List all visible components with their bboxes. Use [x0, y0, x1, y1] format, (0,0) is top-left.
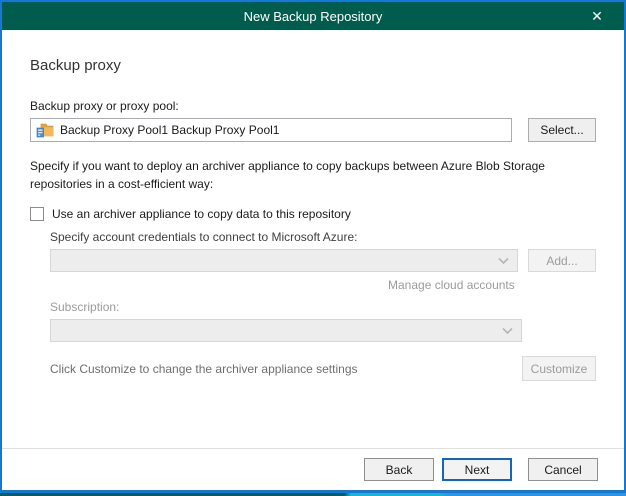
titlebar: New Backup Repository ✕ [2, 2, 624, 30]
credentials-row: Add... [50, 249, 596, 272]
dialog-content: Backup proxy Backup proxy or proxy pool:… [2, 30, 624, 448]
add-button: Add... [528, 249, 596, 272]
select-button[interactable]: Select... [528, 118, 596, 142]
archiver-checkbox-row: Use an archiver appliance to copy data t… [30, 207, 596, 221]
back-button[interactable]: Back [364, 458, 434, 481]
window-title: New Backup Repository [244, 9, 383, 24]
archiver-checkbox[interactable] [30, 207, 44, 221]
proxy-input-row: Backup Proxy Pool1 Backup Proxy Pool1 Se… [30, 118, 596, 142]
next-button[interactable]: Next [442, 458, 512, 481]
archiver-description: Specify if you want to deploy an archive… [30, 157, 596, 193]
close-button[interactable]: ✕ [580, 2, 614, 30]
chevron-down-icon [502, 327, 513, 335]
archiver-settings-section: Specify account credentials to connect t… [50, 230, 596, 381]
credentials-dropdown [50, 249, 518, 272]
customize-button: Customize [522, 356, 596, 381]
new-backup-repository-dialog: New Backup Repository ✕ Backup proxy Bac… [0, 0, 626, 493]
customize-row: Click Customize to change the archiver a… [50, 356, 596, 381]
proxy-pool-value: Backup Proxy Pool1 Backup Proxy Pool1 [60, 123, 279, 137]
proxy-field-label: Backup proxy or proxy pool: [30, 99, 596, 113]
proxy-pool-icon [36, 122, 54, 138]
customize-hint: Click Customize to change the archiver a… [50, 362, 358, 376]
subscription-row [50, 319, 596, 342]
chevron-down-icon [498, 257, 509, 265]
dialog-footer: Back Next Cancel [2, 448, 624, 490]
archiver-checkbox-label[interactable]: Use an archiver appliance to copy data t… [52, 207, 351, 221]
credentials-label: Specify account credentials to connect t… [50, 230, 596, 244]
cancel-button[interactable]: Cancel [528, 458, 598, 481]
close-icon: ✕ [591, 8, 603, 25]
subscription-label: Subscription: [50, 300, 596, 314]
subscription-dropdown [50, 319, 522, 342]
proxy-pool-input[interactable]: Backup Proxy Pool1 Backup Proxy Pool1 [30, 118, 512, 142]
manage-cloud-accounts-link: Manage cloud accounts [388, 278, 596, 292]
page-title: Backup proxy [30, 57, 596, 74]
